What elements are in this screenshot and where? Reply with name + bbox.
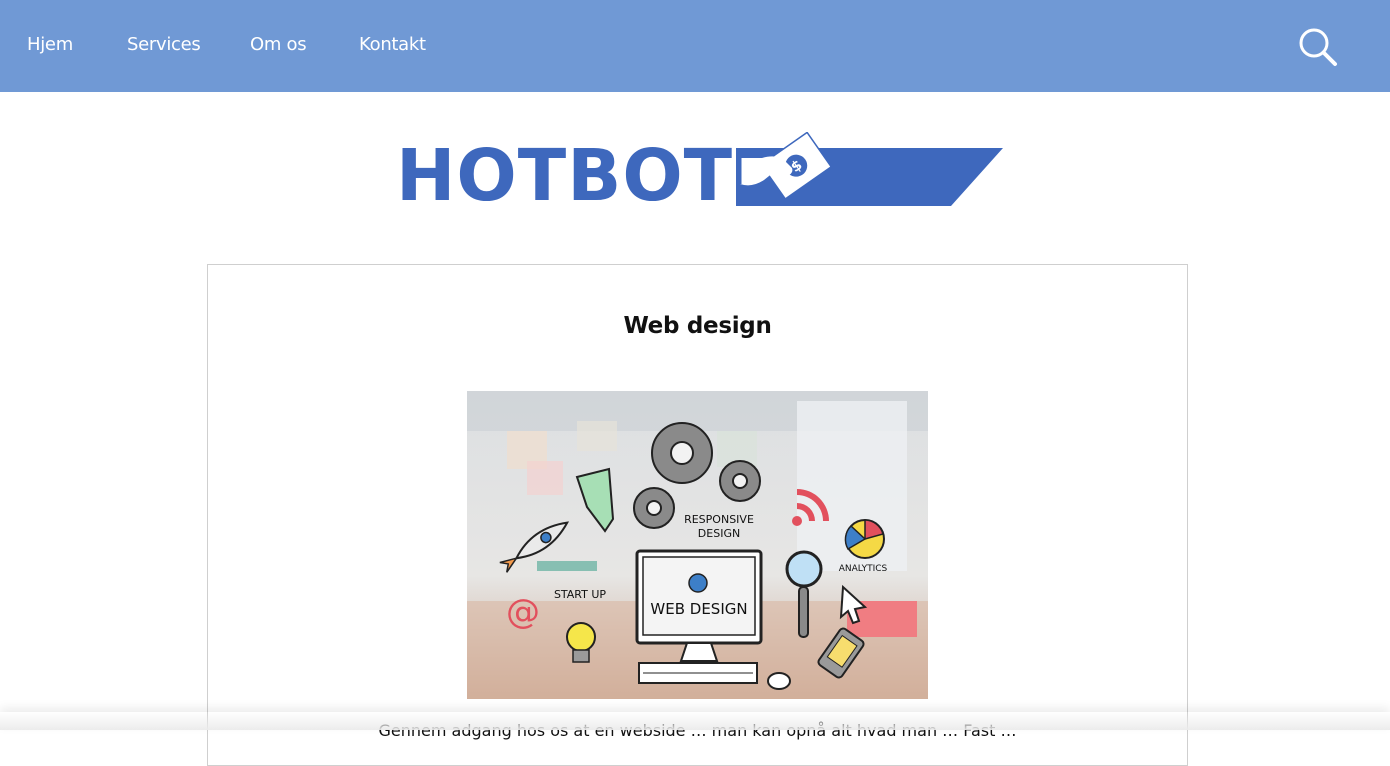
search-button[interactable] [1298, 27, 1338, 67]
site-logo[interactable]: HOTBOT $ [396, 132, 1006, 212]
web-design-illustration: WEB DESIGN RESPONSIVE DESIGN ANALYTICS S… [467, 391, 928, 699]
scroll-fade-overlay [0, 712, 1390, 730]
analytics-label: ANALYTICS [839, 564, 888, 574]
search-icon [1299, 28, 1337, 66]
nav-link-om-os[interactable]: Om os [250, 34, 307, 56]
hand-with-dollar-bill-icon: $ [736, 132, 1003, 206]
card-title: Web design [623, 313, 772, 339]
web-design-label: WEB DESIGN [650, 600, 747, 618]
start-up-label: START UP [554, 588, 606, 601]
top-navigation-bar: Hjem Services Om os Kontakt [0, 0, 1390, 92]
service-card: Web design WEB DESIGN RESPONSIVE DESIGN … [207, 264, 1188, 766]
nav-link-kontakt[interactable]: Kontakt [359, 34, 426, 56]
design-label: DESIGN [698, 527, 740, 540]
logo-text: HOTBOT [396, 134, 734, 217]
svg-text:@: @ [506, 592, 540, 632]
nav-link-services[interactable]: Services [127, 34, 201, 56]
responsive-label: RESPONSIVE [684, 513, 754, 526]
nav-link-hjem[interactable]: Hjem [27, 34, 73, 56]
